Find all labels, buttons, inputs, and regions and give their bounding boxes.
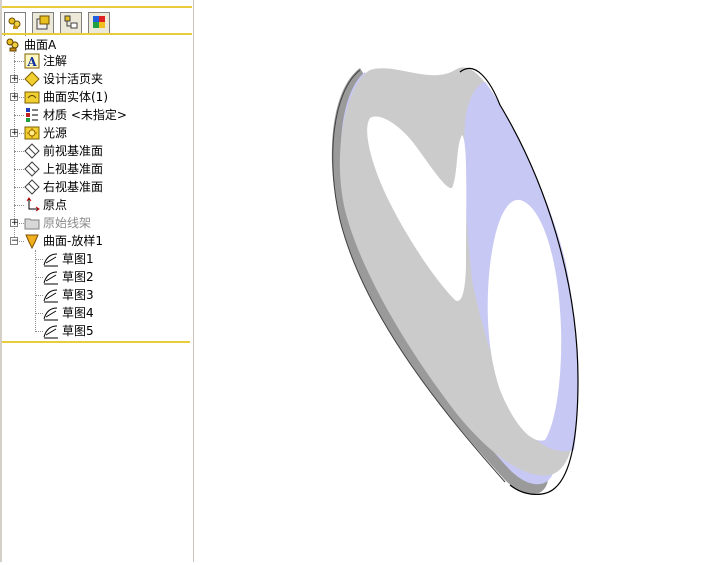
feature-manager-panel: 曲面A A 注解 + 设计活页夹 + 曲面实体(1) 材质 <未指定> + 光源… [0,0,199,562]
loft-surface-model[interactable] [200,0,715,562]
tree-item-label: 光源 [43,126,68,140]
tree-item-label: 注解 [43,54,68,68]
tree-item-front-plane[interactable]: 前视基准面 [24,142,103,160]
tree-branch-line [14,169,24,170]
panel-splitter[interactable] [193,0,199,562]
tree-item-label: 右视基准面 [43,180,104,194]
tree-item-label: 草图4 [62,306,94,320]
tree-child-sketch4[interactable]: 草图4 [43,304,94,322]
tree-branch-line [14,61,24,62]
configuration-manager-icon [63,14,79,33]
tree-branch-line [14,187,24,188]
lights-icon [24,125,40,141]
tree-item-top-plane[interactable]: 上视基准面 [24,160,103,178]
tree-item-label: 草图1 [62,252,94,266]
plane-icon [24,161,40,177]
tab-configuration-manager[interactable] [60,12,82,34]
tree-branch-line [35,295,43,296]
tree-root-label: 曲面A [24,38,57,52]
tree-item-wireframe-folder[interactable]: 原始线架 [24,214,91,232]
tree-branch-line [35,313,43,314]
tree-child-sketch3[interactable]: 草图3 [43,286,94,304]
tree-item-loft-surface[interactable]: 曲面-放样1 [24,232,103,250]
expand-toggle[interactable]: + [10,219,19,228]
folder-icon [24,215,40,231]
material-icon [24,107,40,123]
tree-item-label: 草图2 [62,270,94,284]
expand-toggle[interactable]: + [10,129,19,138]
tree-item-origin[interactable]: 原点 [24,196,67,214]
tree-guide-children [35,250,36,332]
tree-branch-line [35,277,43,278]
origin-icon [24,197,40,213]
part-icon [5,37,21,53]
tree-item-label: 设计活页夹 [43,72,104,86]
plane-icon [24,179,40,195]
tree-item-surface-bodies[interactable]: 曲面实体(1) [24,88,108,106]
surface-bodies-icon [24,89,40,105]
expand-toggle[interactable]: + [10,93,19,102]
tree-child-sketch5[interactable]: 草图5 [43,322,94,340]
tree-branch-line [35,259,43,260]
panel-left-border [0,0,2,562]
design-binder-icon [24,71,40,87]
tree-child-sketch2[interactable]: 草图2 [43,268,94,286]
tree-item-label: 原点 [43,198,68,212]
graphics-viewport[interactable] [200,0,715,562]
tree-item-design-binder[interactable]: 设计活页夹 [24,70,103,88]
sketch-icon [43,251,59,267]
tree-item-label: 前视基准面 [43,144,104,158]
sketch-icon [43,269,59,285]
tree-item-label: 原始线架 [43,216,92,230]
annotations-icon: A [24,53,40,69]
sketch-icon [43,323,59,339]
tree-item-material[interactable]: 材质 <未指定> [24,106,127,124]
tab-appearance-manager[interactable] [88,12,110,34]
tree-item-annotations[interactable]: A 注解 [24,52,67,70]
tree-branch-line [14,115,24,116]
tree-child-sketch1[interactable]: 草图1 [43,250,94,268]
tab-property-manager[interactable] [32,12,54,34]
tree-item-lights[interactable]: 光源 [24,124,67,142]
svg-text:A: A [26,55,37,69]
manager-tabs [2,6,192,36]
tabs-underline [2,33,192,35]
loft-surface-icon [24,233,40,249]
tree-item-label: 材质 <未指定> [43,108,127,122]
tree-branch-line [14,151,24,152]
tree-branch-line [14,205,24,206]
tree-branch-line [35,331,43,332]
tree-item-label: 曲面-放样1 [43,234,103,248]
expand-toggle[interactable]: + [10,75,19,84]
tree-rollback-bar[interactable] [2,341,190,343]
tree-item-label: 草图3 [62,288,94,302]
tree-item-label: 草图5 [62,324,94,338]
property-manager-icon [35,14,51,33]
plane-icon [24,143,40,159]
tree-item-right-plane[interactable]: 右视基准面 [24,178,103,196]
tree-item-label: 上视基准面 [43,162,104,176]
collapse-toggle[interactable]: − [10,237,19,246]
feature-manager-icon [7,15,23,34]
tree-item-label: 曲面实体(1) [43,90,108,104]
appearance-manager-icon [91,14,107,33]
sketch-icon [43,305,59,321]
sketch-icon [43,287,59,303]
